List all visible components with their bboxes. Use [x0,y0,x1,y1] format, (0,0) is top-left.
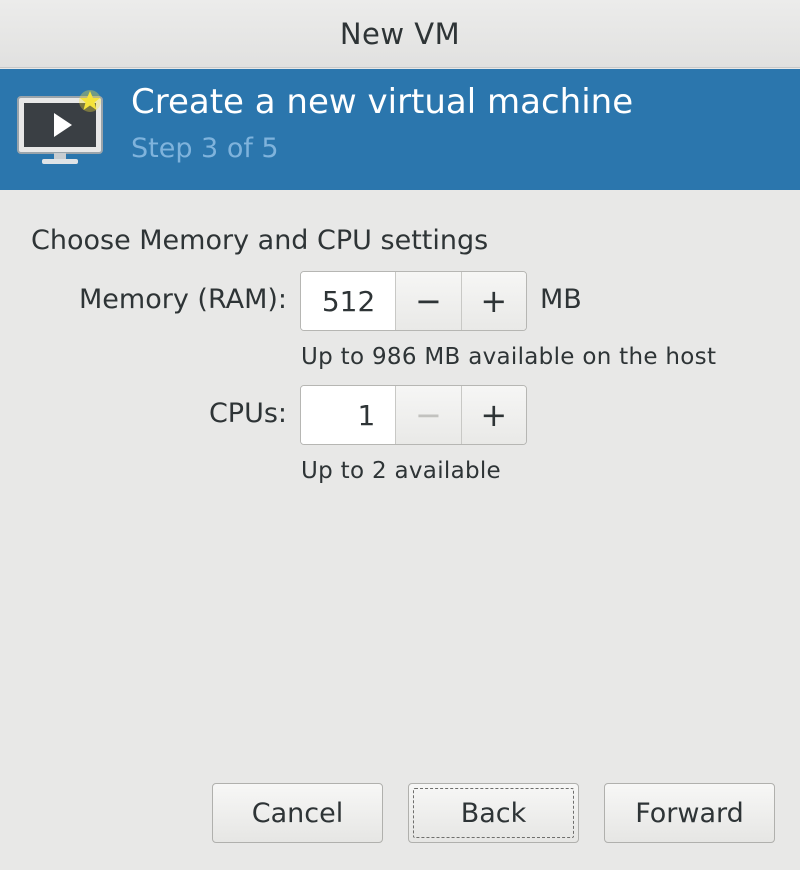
cpus-spinbutton[interactable]: 1 − + [300,385,527,445]
memory-label: Memory (RAM): [79,284,287,315]
cancel-button-label: Cancel [251,797,344,829]
back-button[interactable]: Back [408,783,579,843]
wizard-header-banner: Create a new virtual machine Step 3 of 5 [0,69,800,190]
cancel-button[interactable]: Cancel [212,783,383,843]
memory-value-input[interactable]: 512 [301,272,396,330]
forward-button-label: Forward [635,797,744,829]
wizard-title: Create a new virtual machine [131,82,634,122]
memory-hint: Up to 986 MB available on the host [301,344,717,370]
cpus-hint: Up to 2 available [301,458,502,484]
monitor-play-icon [17,90,103,164]
cpus-increment-button[interactable]: + [460,386,526,444]
forward-button[interactable]: Forward [604,783,775,843]
memory-increment-button[interactable]: + [460,272,526,330]
window-title: New VM [339,16,461,51]
back-button-label: Back [460,797,527,829]
cpus-decrement-button: − [395,386,461,444]
section-heading: Choose Memory and CPU settings [31,225,489,256]
window-titlebar[interactable]: New VM [0,0,800,68]
cpus-label: CPUs: [208,398,287,429]
cpus-value-input[interactable]: 1 [301,386,396,444]
wizard-step-indicator: Step 3 of 5 [131,133,279,164]
memory-unit: MB [540,284,582,315]
memory-spinbutton[interactable]: 512 − + [300,271,527,331]
memory-decrement-button[interactable]: − [395,272,461,330]
